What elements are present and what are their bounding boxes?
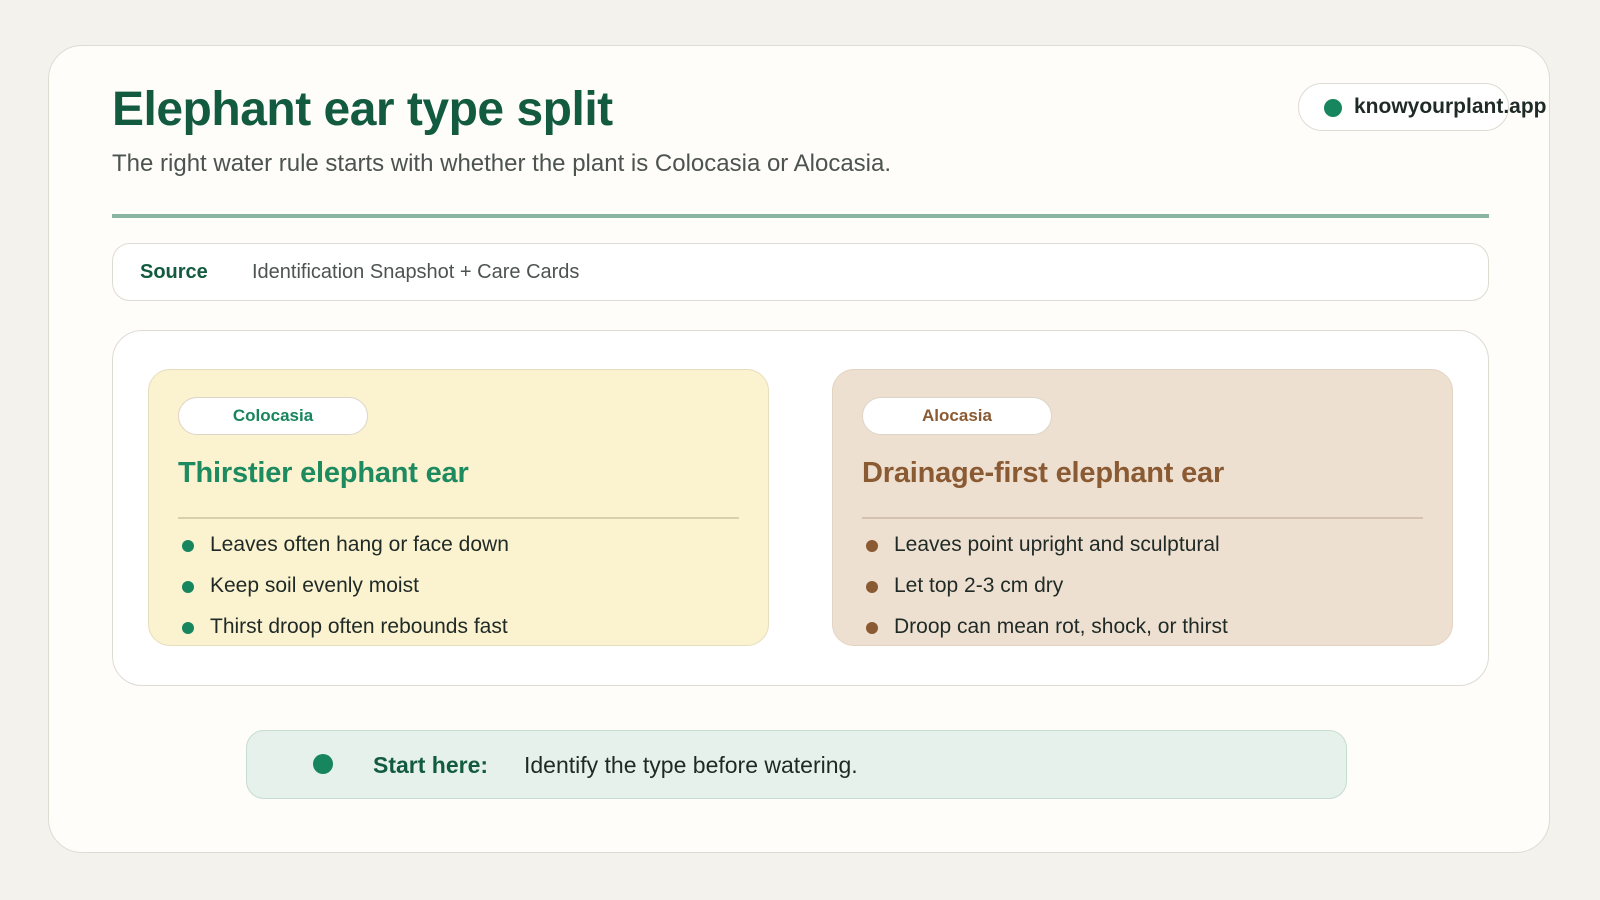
start-dot-icon [313,754,333,774]
bullet-text: Leaves often hang or face down [210,533,509,556]
start-here-label: Start here: [373,752,489,778]
header-divider [112,214,1489,218]
bullet-dot-icon [182,581,194,593]
bullet-text: Droop can mean rot, shock, or thirst [894,615,1228,638]
bullet-text: Leaves point upright and sculptural [894,533,1220,556]
alocasia-tag: Alocasia [862,397,1052,435]
start-here-text: Identify the type before watering. [524,752,858,778]
card-divider [862,517,1423,519]
bullet-text: Thirst droop often rebounds fast [210,615,508,638]
source-value: Identification Snapshot + Care Cards [252,261,580,283]
alocasia-heading: Drainage-first elephant ear [862,457,1225,489]
page-title: Elephant ear type split [112,83,613,136]
brand-dot-icon [1324,99,1342,117]
alocasia-card: Alocasia Drainage-first elephant ear Lea… [832,369,1453,646]
card-divider [178,517,739,519]
comparison-panel: Colocasia Thirstier elephant ear Leaves … [112,330,1489,686]
list-item: Leaves point upright and sculptural [862,533,1228,574]
start-here-callout: Start here: Identify the type before wat… [246,730,1347,799]
list-item: Let top 2-3 cm dry [862,574,1228,615]
page-subtitle: The right water rule starts with whether… [112,150,892,177]
bullet-text: Keep soil evenly moist [210,574,419,597]
bullet-dot-icon [182,540,194,552]
bullet-text: Let top 2-3 cm dry [894,574,1064,597]
list-item: Droop can mean rot, shock, or thirst [862,615,1228,656]
bullet-dot-icon [182,622,194,634]
source-bar: Source Identification Snapshot + Care Ca… [112,243,1489,301]
list-item: Thirst droop often rebounds fast [178,615,509,656]
colocasia-heading: Thirstier elephant ear [178,457,469,489]
bullet-dot-icon [866,581,878,593]
brand-label: knowyourplant.app [1354,95,1547,118]
alocasia-bullet-list: Leaves point upright and sculptural Let … [862,533,1228,656]
brand-badge[interactable]: knowyourplant.app [1298,83,1547,131]
colocasia-tag: Colocasia [178,397,368,435]
bullet-dot-icon [866,540,878,552]
colocasia-card: Colocasia Thirstier elephant ear Leaves … [148,369,769,646]
source-label: Source [140,261,208,283]
content-frame: Elephant ear type split The right water … [48,45,1550,853]
bullet-dot-icon [866,622,878,634]
colocasia-bullet-list: Leaves often hang or face down Keep soil… [178,533,509,656]
list-item: Leaves often hang or face down [178,533,509,574]
list-item: Keep soil evenly moist [178,574,509,615]
